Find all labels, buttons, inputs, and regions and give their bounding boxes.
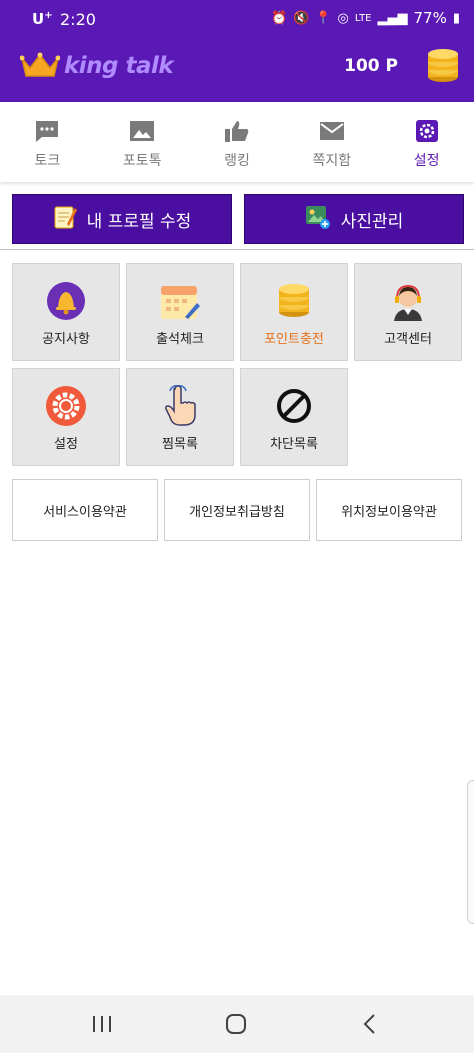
hotspot-icon: ◎ [337,10,349,26]
location-terms-button[interactable]: 위치정보이용약관 [316,479,462,541]
tab-label: 토크 [34,153,61,169]
menu-attendance[interactable]: 출석체크 [126,263,234,361]
menu-label: 포인트충전 [264,332,324,347]
envelope-icon [318,118,346,144]
block-icon [276,385,312,427]
photo-icon [128,118,156,144]
back-button[interactable] [350,1009,390,1039]
back-icon [363,1014,375,1034]
menu-label: 공지사항 [42,332,90,347]
network-label: LTE [354,12,372,24]
location-terms-label: 위치정보이용약관 [341,504,437,520]
service-terms-button[interactable]: 서비스이용약관 [12,479,158,541]
photo-manage-button[interactable]: 사진관리 [244,194,464,244]
pointing-hand-icon [162,385,198,427]
battery-icon: ▮ [452,10,460,26]
edit-note-icon [53,204,77,235]
menu-label: 찜목록 [162,437,198,452]
recent-apps-button[interactable] [82,1009,122,1039]
home-button[interactable] [216,1009,256,1039]
system-navigation-bar [0,995,474,1053]
tab-messages[interactable]: 쪽지함 [284,102,379,182]
tab-label: 쪽지함 [312,153,352,169]
profile-actions: 내 프로필 수정 사진관리 [12,194,464,244]
app-name: king talk [64,53,174,79]
edit-profile-button[interactable]: 내 프로필 수정 [12,194,232,244]
edit-profile-label: 내 프로필 수정 [86,211,192,232]
privacy-policy-label: 개인정보취급방침 [189,504,285,520]
battery-percent: 77% [413,9,447,27]
menu-customer-center[interactable]: 고객센터 [354,263,462,361]
clock: 2:20 [60,10,96,29]
menu-point-charge[interactable]: 포인트충전 [240,263,348,361]
main-tab-bar: 토크 포토톡 랭킹 쪽지함 설정 [0,102,474,182]
calendar-icon [159,280,201,322]
mute-icon: 🔇 [293,10,310,26]
status-icons: ⏰ 🔇 📍 ◎ LTE ▂▄▆ 77% ▮ [271,9,460,27]
tab-label: 설정 [413,153,440,169]
menu-notice[interactable]: 공지사항 [12,263,120,361]
privacy-policy-button[interactable]: 개인정보취급방침 [164,479,310,541]
photo-manage-label: 사진관리 [340,211,404,232]
menu-label: 출석체크 [156,332,204,347]
crown-icon [20,52,60,80]
app-logo: king talk [20,52,174,80]
divider [0,249,474,250]
menu-label: 고객센터 [384,332,432,347]
tab-settings[interactable]: 설정 [379,102,474,182]
menu-label: 설정 [54,437,78,452]
points-balance: 100 P [344,56,398,76]
home-icon [226,1014,246,1034]
coins-icon [277,280,311,322]
bell-icon [46,280,86,322]
carrier-label: U+ [32,10,53,28]
menu-block-list[interactable]: 차단목록 [240,368,348,466]
status-bar: U+ 2:20 ⏰ 🔇 📍 ◎ LTE ▂▄▆ 77% ▮ [0,0,474,38]
photo-add-icon [305,204,331,235]
signal-icon: ▂▄▆ [377,10,408,26]
tab-label: 포토톡 [122,153,162,169]
tab-ranking[interactable]: 랭킹 [190,102,285,182]
menu-settings[interactable]: 설정 [12,368,120,466]
service-terms-label: 서비스이용약관 [43,504,127,520]
gear-icon [413,118,441,144]
recent-apps-icon [93,1016,111,1032]
edge-panel-handle[interactable] [467,780,474,924]
alarm-icon: ⏰ [270,10,288,26]
headset-agent-icon [388,280,428,322]
menu-favorites[interactable]: 찜목록 [126,368,234,466]
app-top-bar: U+ 2:20 ⏰ 🔇 📍 ◎ LTE ▂▄▆ 77% ▮ king talk [0,0,474,102]
settings-gear-icon [45,385,87,427]
tab-talk[interactable]: 토크 [0,102,95,182]
coins-icon[interactable] [426,48,460,88]
tab-phototalk[interactable]: 포토톡 [95,102,190,182]
tab-label: 랭킹 [224,153,250,169]
chat-bubble-icon [33,118,61,144]
menu-label: 차단목록 [270,437,318,452]
location-icon: 📍 [315,10,332,26]
app-header: king talk 100 P [0,38,474,102]
thumbs-up-icon [223,118,251,144]
